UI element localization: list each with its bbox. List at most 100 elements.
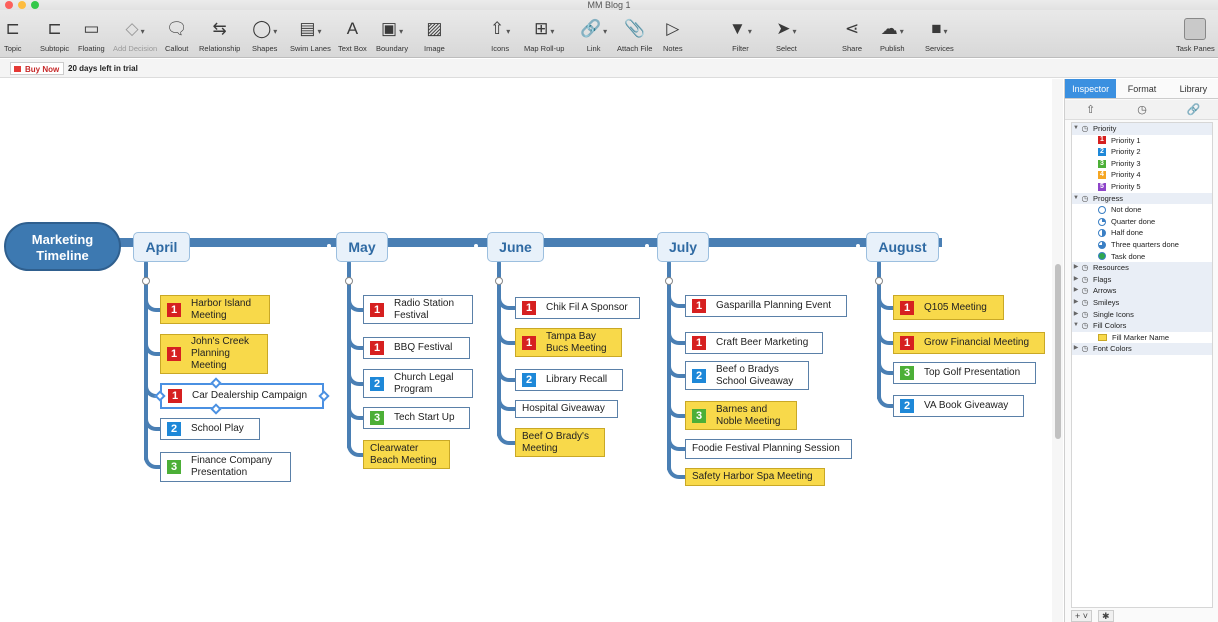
subtopic-button[interactable]: ⊏ Subtopic	[40, 18, 69, 56]
subtopic-bbq-festival[interactable]: 1 BBQ Festival	[363, 337, 470, 359]
canvas-scrollbar[interactable]	[1052, 79, 1063, 622]
marker-row-not-done[interactable]: Not done	[1072, 204, 1212, 216]
month-topic-june[interactable]: June	[487, 232, 544, 262]
publish-label: Publish	[880, 44, 905, 53]
topic-button[interactable]: ⊏ Topic	[4, 18, 22, 56]
marker-row-priority[interactable]: ▼ ◷ Priority	[1072, 123, 1212, 135]
clock-tab-icon[interactable]: ◷	[1116, 100, 1167, 119]
text-box-button[interactable]: A Text Box	[338, 18, 367, 56]
disclosure-closed-icon[interactable]: ▶	[1072, 285, 1080, 297]
relationship-button[interactable]: ⇆ Relationship	[199, 18, 240, 56]
tab-format[interactable]: Format	[1116, 79, 1167, 98]
scrollbar-thumb[interactable]	[1055, 264, 1061, 439]
callout-button[interactable]: 🗨 Callout	[165, 18, 188, 56]
collapse-knob[interactable]	[665, 277, 673, 285]
marker-row-priority-1[interactable]: 1 Priority 1	[1072, 135, 1212, 147]
subtopic-radio-station-festival[interactable]: 1 Radio Station Festival	[363, 295, 473, 324]
subtopic-gasparilla-planning-event[interactable]: 1 Gasparilla Planning Event	[685, 295, 847, 317]
marker-row-resources[interactable]: ▶ ◷ Resources	[1072, 262, 1212, 274]
notes-button[interactable]: ▷ Notes	[663, 18, 683, 56]
marker-row-flags[interactable]: ▶ ◷ Flags	[1072, 273, 1212, 286]
filter-button[interactable]: ▼ ▾ Filter	[729, 18, 752, 56]
collapse-knob[interactable]	[142, 277, 150, 285]
marker-row-priority-2[interactable]: 2 Priority 2	[1072, 146, 1212, 158]
subtopic-tampa-bay-bucs-meeting[interactable]: 1 Tampa Bay Bucs Meeting	[515, 328, 622, 357]
icons-tab-icon[interactable]: ⇧	[1065, 100, 1116, 119]
month-topic-may[interactable]: May	[336, 232, 388, 262]
subtopic-beef-o-brady-s-meeting[interactable]: Beef O Brady's Meeting	[515, 428, 605, 457]
month-topic-april[interactable]: April	[133, 232, 190, 262]
month-topic-july[interactable]: July	[657, 232, 709, 262]
map-canvas[interactable]: Marketing Timeline April 1 Harbor Island M…	[0, 79, 1063, 622]
subtopic-grow-financial-meeting[interactable]: 1 Grow Financial Meeting	[893, 332, 1045, 354]
tab-inspector[interactable]: Inspector	[1065, 79, 1117, 98]
add-decision-button[interactable]: ◇ ▾ Add Decision	[113, 18, 157, 56]
marker-row-half-done[interactable]: Half done	[1072, 227, 1212, 239]
floating-button[interactable]: ▭ Floating	[78, 18, 105, 56]
boundary-button[interactable]: ▣ ▾ Boundary	[376, 18, 408, 56]
disclosure-closed-icon[interactable]: ▶	[1072, 309, 1080, 321]
subtopic-church-legal-program[interactable]: 2 Church Legal Program	[363, 369, 473, 398]
disclosure-open-icon[interactable]: ▼	[1072, 193, 1080, 205]
link-button[interactable]: 🔗 ▾ Link	[580, 18, 607, 56]
collapse-knob[interactable]	[345, 277, 353, 285]
disclosure-closed-icon[interactable]: ▶	[1072, 297, 1080, 309]
subtopic-finance-company-presentation[interactable]: 3 Finance Company Presentation	[160, 452, 291, 482]
subtopic-chik-fil-a-sponsor[interactable]: 1 Chik Fil A Sponsor	[515, 297, 640, 319]
marker-settings-button[interactable]: ✱	[1098, 610, 1114, 622]
tab-library[interactable]: Library	[1168, 79, 1218, 98]
marker-row-smileys[interactable]: ▶ ◷ Smileys	[1072, 296, 1212, 309]
publish-button[interactable]: ☁ ▾ Publish	[880, 18, 905, 56]
marker-row-priority-4[interactable]: 4 Priority 4	[1072, 169, 1212, 181]
marker-row-task-done[interactable]: Task done	[1072, 251, 1212, 263]
image-button[interactable]: ▨ Image	[424, 18, 445, 56]
select-button[interactable]: ➤ ▾ Select	[776, 18, 797, 56]
marker-row-fill-marker-name[interactable]: Fill Marker Name	[1072, 332, 1212, 344]
attach-file-button[interactable]: 📎 Attach File	[617, 18, 652, 56]
subtopic-harbor-island-meeting[interactable]: 1 Harbor Island Meeting	[160, 295, 270, 324]
marker-row-arrows[interactable]: ▶ ◷ Arrows	[1072, 285, 1212, 297]
marker-row-single-icons[interactable]: ▶ ◷ Single Icons	[1072, 308, 1212, 321]
subtopic-library-recall[interactable]: 2 Library Recall	[515, 369, 623, 391]
subtopic-q105-meeting[interactable]: 1 Q105 Meeting	[893, 295, 1004, 320]
marker-row-priority-3[interactable]: 3 Priority 3	[1072, 158, 1212, 170]
disclosure-closed-icon[interactable]: ▶	[1072, 343, 1080, 355]
marker-row-three-quarters-done[interactable]: Three quarters done	[1072, 239, 1212, 251]
month-topic-august[interactable]: August	[866, 232, 939, 262]
disclosure-closed-icon[interactable]: ▶	[1072, 274, 1080, 286]
disclosure-open-icon[interactable]: ▼	[1072, 123, 1080, 135]
marker-row-font-colors[interactable]: ▶ ◷ Font Colors	[1072, 343, 1212, 355]
link-tab-icon[interactable]: 🔗	[1168, 100, 1218, 119]
marker-row-quarter-done[interactable]: Quarter done	[1072, 216, 1212, 228]
swim-lanes-button[interactable]: ▤ ▾ Swim Lanes	[290, 18, 331, 56]
subtopic-beef-o-bradys-school-giveaway[interactable]: 2 Beef o Bradys School Giveaway	[685, 361, 809, 390]
buy-now-button[interactable]: Buy Now	[10, 62, 65, 75]
add-marker-button[interactable]: + ˅	[1071, 610, 1093, 622]
subtopic-barnes-and-noble-meeting[interactable]: 3 Barnes and Noble Meeting	[685, 401, 797, 430]
subtopic-foodie-festival-planning-session[interactable]: Foodie Festival Planning Session	[685, 439, 852, 459]
services-button[interactable]: ■ ▾ Services	[925, 18, 954, 56]
collapse-knob[interactable]	[875, 277, 883, 285]
disclosure-closed-icon[interactable]: ▶	[1072, 262, 1080, 274]
subtopic-school-play[interactable]: 2 School Play	[160, 418, 260, 440]
map-roll-up-button[interactable]: ⊞ ▾ Map Roll-up	[524, 18, 564, 56]
subtopic-safety-harbor-spa-meeting[interactable]: Safety Harbor Spa Meeting	[685, 468, 825, 486]
subtopic-hospital-giveaway[interactable]: Hospital Giveaway	[515, 400, 618, 418]
marker-row-fill-colors[interactable]: ▼ ◷ Fill Colors	[1072, 320, 1212, 332]
subtopic-tech-start-up[interactable]: 3 Tech Start Up	[363, 407, 470, 429]
marker-row-priority-5[interactable]: 5 Priority 5	[1072, 181, 1212, 193]
subtopic-car-dealership-campaign[interactable]: 1 Car Dealership Campaign	[160, 383, 324, 409]
marker-row-progress[interactable]: ▼ ◷ Progress	[1072, 192, 1212, 205]
subtopic-craft-beer-marketing[interactable]: 1 Craft Beer Marketing	[685, 332, 823, 354]
subtopic-va-book-giveaway[interactable]: 2 VA Book Giveaway	[893, 395, 1024, 417]
share-button[interactable]: ⋖ Share	[842, 18, 862, 56]
icons-button[interactable]: ⇧ ▾ Icons	[490, 18, 510, 56]
shapes-button[interactable]: ◯ ▾ Shapes	[252, 18, 277, 56]
subtopic-john-s-creek-planning-meeting[interactable]: 1 John's Creek Planning Meeting	[160, 334, 268, 374]
subtopic-clearwater-beach-meeting[interactable]: Clearwater Beach Meeting	[363, 440, 450, 469]
central-topic[interactable]: Marketing Timeline	[4, 222, 121, 271]
task-panes-button[interactable]: Task Panes	[1176, 18, 1215, 56]
collapse-knob[interactable]	[495, 277, 503, 285]
subtopic-top-golf-presentation[interactable]: 3 Top Golf Presentation	[893, 362, 1036, 384]
disclosure-open-icon[interactable]: ▼	[1072, 320, 1080, 332]
